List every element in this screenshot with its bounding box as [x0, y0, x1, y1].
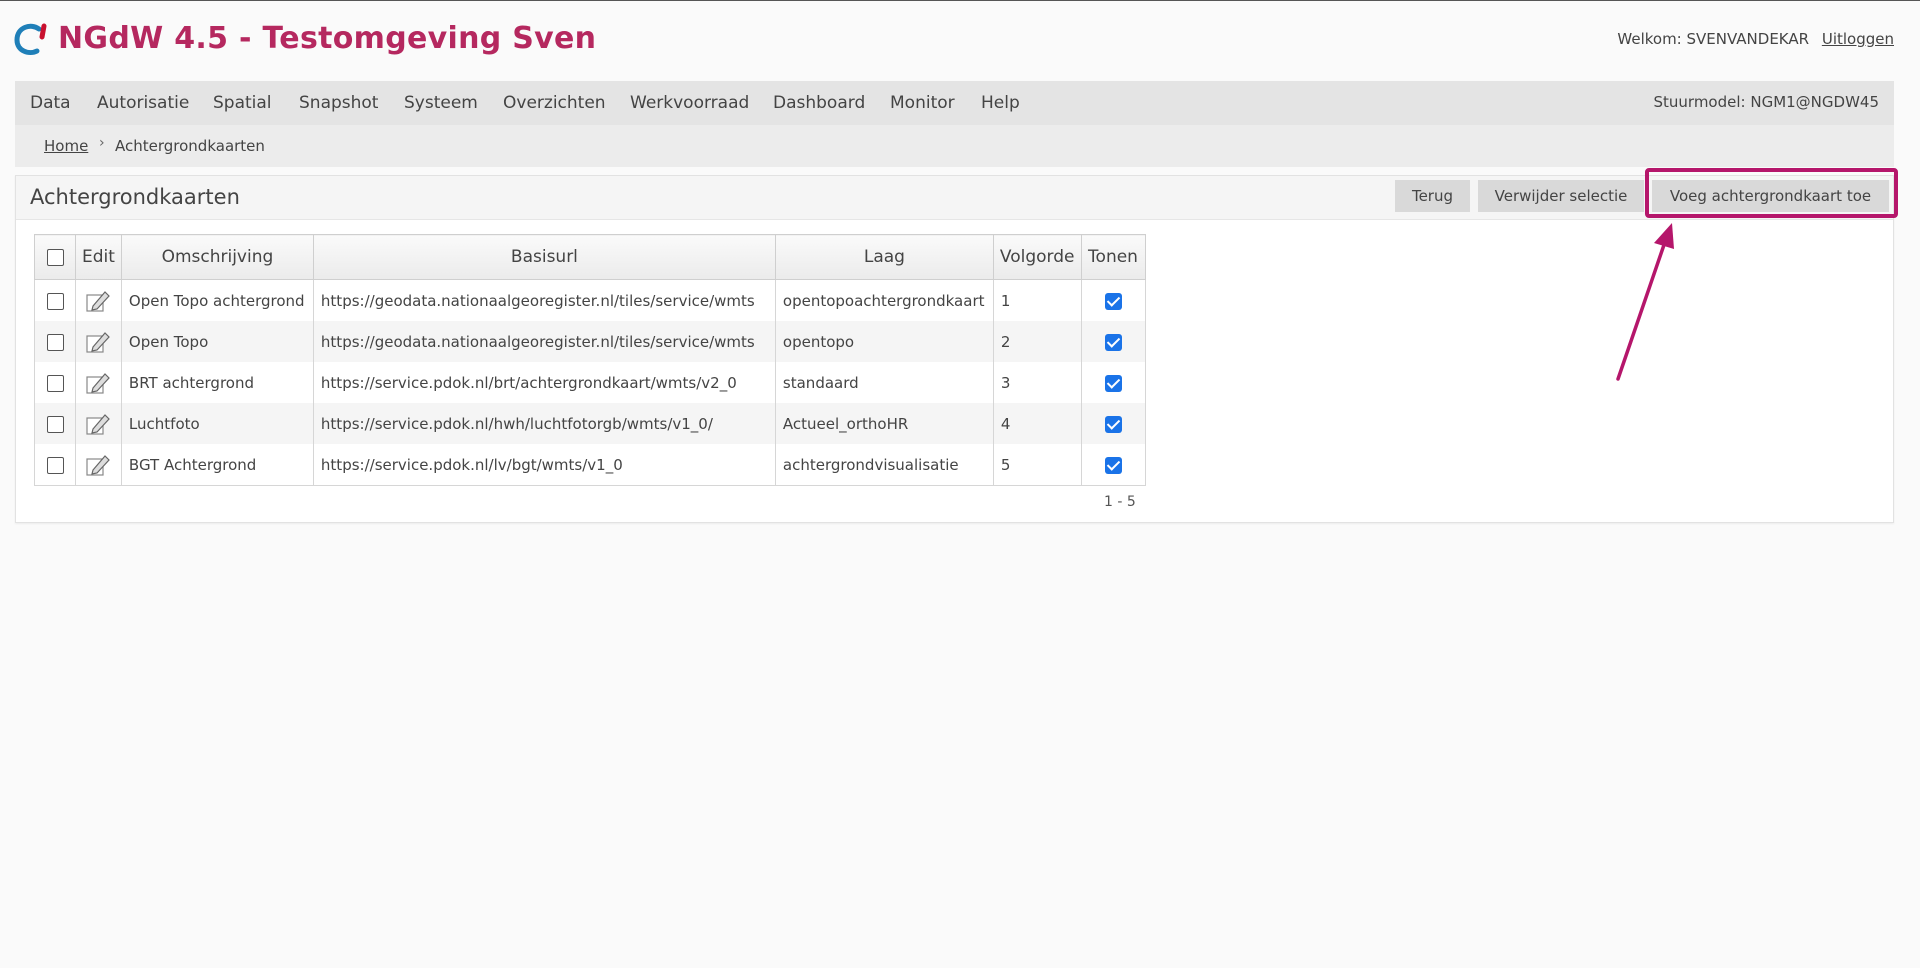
menu-item-dashboard[interactable]: Dashboard [773, 93, 865, 113]
delete-selection-button[interactable]: Verwijder selectie [1478, 180, 1644, 212]
column-header-basisurl[interactable]: Basisurl [312, 234, 776, 280]
edit-cell [75, 403, 122, 444]
cell-laag: opentopoachtergrondkaart [774, 279, 994, 321]
cell-omschrijving: Luchtfoto [120, 403, 314, 444]
cell-laag: opentopo [774, 321, 994, 362]
app-title: NGdW 4.5 - Testomgeving Sven [58, 21, 597, 56]
breadcrumb: Home › Achtergrondkaarten [15, 125, 1894, 167]
tonen-checkbox[interactable] [1104, 292, 1122, 310]
menu-item-autorisatie[interactable]: Autorisatie [97, 93, 189, 113]
main-menu: Data Autorisatie Spatial Snapshot Systee… [15, 81, 1894, 125]
row-checkbox[interactable] [46, 292, 64, 310]
menu-item-data[interactable]: Data [30, 93, 71, 113]
table-row[interactable]: Open Topo achtergrond https://geodata.na… [34, 279, 1146, 321]
tonen-checkbox[interactable] [1104, 456, 1122, 474]
table-row[interactable]: BGT Achtergrond https://service.pdok.nl/… [34, 444, 1146, 486]
breadcrumb-home-link[interactable]: Home [44, 137, 88, 155]
highlight-box [1645, 168, 1898, 218]
cell-laag: standaard [774, 362, 994, 403]
column-header-volgorde[interactable]: Volgorde [992, 234, 1082, 280]
cell-omschrijving: BGT Achtergrond [120, 444, 314, 486]
app-logo-icon [14, 23, 47, 56]
pager-range: 1 - 5 [1104, 494, 1136, 510]
cell-volgorde: 2 [992, 321, 1082, 362]
edit-cell [75, 362, 122, 403]
row-select-cell [34, 444, 76, 486]
background-maps-table: Edit Omschrijving Basisurl Laag Volgorde… [34, 234, 1146, 486]
cell-basisurl: https://geodata.nationaalgeoregister.nl/… [312, 279, 776, 321]
tonen-checkbox[interactable] [1104, 374, 1122, 392]
stuurmodel-info: Stuurmodel: NGM1@NGDW45 [1653, 93, 1880, 111]
app-header: NGdW 4.5 - Testomgeving Sven Welkom: SVE… [0, 1, 1920, 81]
cell-volgorde: 1 [992, 279, 1082, 321]
menu-item-help[interactable]: Help [981, 93, 1020, 113]
edit-cell [75, 444, 122, 486]
user-info: Welkom: SVENVANDEKAR Uitloggen [1617, 30, 1894, 48]
select-all-header [34, 234, 76, 280]
breadcrumb-current: Achtergrondkaarten [115, 137, 265, 155]
tonen-checkbox[interactable] [1104, 415, 1122, 433]
menu-item-werkvoorraad[interactable]: Werkvoorraad [630, 93, 749, 113]
row-select-cell [34, 403, 76, 444]
cell-volgorde: 3 [992, 362, 1082, 403]
cell-basisurl: https://service.pdok.nl/brt/achtergrondk… [312, 362, 776, 403]
row-checkbox[interactable] [46, 456, 64, 474]
row-select-cell [34, 362, 76, 403]
breadcrumb-separator-icon: › [99, 135, 105, 151]
menu-item-monitor[interactable]: Monitor [890, 93, 955, 113]
annotation-arrow-icon [1616, 223, 1674, 381]
cell-omschrijving: BRT achtergrond [120, 362, 314, 403]
tonen-cell [1080, 444, 1146, 486]
cell-basisurl: https://service.pdok.nl/hwh/luchtfotorgb… [312, 403, 776, 444]
logout-link[interactable]: Uitloggen [1822, 30, 1894, 48]
table-row[interactable]: BRT achtergrond https://service.pdok.nl/… [34, 362, 1146, 403]
column-header-omschrijving[interactable]: Omschrijving [120, 234, 314, 280]
tonen-cell [1080, 362, 1146, 403]
cell-volgorde: 5 [992, 444, 1082, 486]
cell-laag: achtergrondvisualisatie [774, 444, 994, 486]
table-row[interactable]: Luchtfoto https://service.pdok.nl/hwh/lu… [34, 403, 1146, 444]
panel-header: Achtergrondkaarten Terug Verwijder selec… [16, 176, 1893, 220]
menu-item-systeem[interactable]: Systeem [404, 93, 478, 113]
select-all-checkbox[interactable] [46, 248, 64, 266]
welcome-text: Welkom: SVENVANDEKAR [1617, 30, 1810, 48]
back-button[interactable]: Terug [1395, 180, 1470, 212]
row-checkbox[interactable] [46, 415, 64, 433]
page-title: Achtergrondkaarten [30, 185, 240, 209]
cell-omschrijving: Open Topo achtergrond [120, 279, 314, 321]
tonen-cell [1080, 279, 1146, 321]
pencil-edit-icon[interactable] [85, 329, 111, 355]
cell-basisurl: https://service.pdok.nl/lv/bgt/wmts/v1_0 [312, 444, 776, 486]
edit-cell [75, 279, 122, 321]
table-header-row: Edit Omschrijving Basisurl Laag Volgorde… [34, 234, 1146, 280]
tonen-cell [1080, 321, 1146, 362]
cell-laag: Actueel_orthoHR [774, 403, 994, 444]
row-checkbox[interactable] [46, 374, 64, 392]
column-header-laag[interactable]: Laag [774, 234, 994, 280]
pencil-edit-icon[interactable] [85, 370, 111, 396]
cell-basisurl: https://geodata.nationaalgeoregister.nl/… [312, 321, 776, 362]
cell-volgorde: 4 [992, 403, 1082, 444]
row-select-cell [34, 321, 76, 362]
tonen-cell [1080, 403, 1146, 444]
menu-item-spatial[interactable]: Spatial [213, 93, 272, 113]
edit-cell [75, 321, 122, 362]
pencil-edit-icon[interactable] [85, 411, 111, 437]
table-row[interactable]: Open Topo https://geodata.nationaalgeore… [34, 321, 1146, 362]
tonen-checkbox[interactable] [1104, 333, 1122, 351]
row-select-cell [34, 279, 76, 321]
column-header-tonen[interactable]: Tonen [1080, 234, 1146, 280]
menu-item-snapshot[interactable]: Snapshot [299, 93, 378, 113]
pencil-edit-icon[interactable] [85, 288, 111, 314]
cell-omschrijving: Open Topo [120, 321, 314, 362]
column-header-edit: Edit [75, 234, 122, 280]
row-checkbox[interactable] [46, 333, 64, 351]
pencil-edit-icon[interactable] [85, 452, 111, 478]
menu-item-overzichten[interactable]: Overzichten [503, 93, 606, 113]
